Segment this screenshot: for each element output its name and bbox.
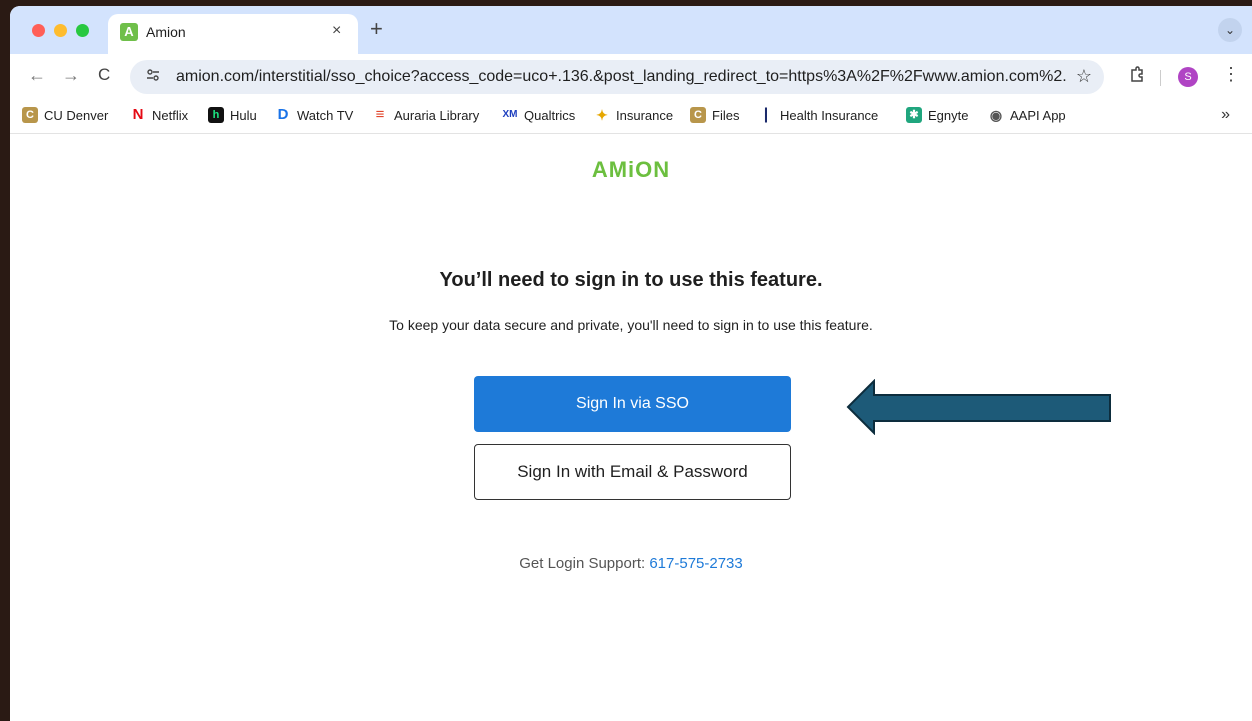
bookmark-label: CU Denver (44, 107, 109, 123)
amion-logo: AMiON (591, 157, 671, 182)
tab-title: Amion (146, 24, 186, 40)
bookmark-label: Insurance (616, 107, 674, 123)
globe-icon: ◉ (988, 107, 1004, 123)
files-icon: C (690, 107, 706, 123)
bookmark-egnyte[interactable]: ✱ Egnyte (906, 107, 968, 123)
url-domain: amion.com (176, 68, 255, 85)
left-arrow-icon (846, 379, 1111, 435)
url-text[interactable]: amion.com/interstitial/sso_choice?access… (176, 68, 1066, 86)
tab-close-icon[interactable]: × (332, 22, 341, 40)
browser-window: A Amion × + ⌄ ← → C amion.com/interstiti… (10, 6, 1252, 721)
extensions-icon[interactable] (1128, 66, 1146, 89)
reload-button[interactable]: C (98, 65, 110, 85)
bookmark-qualtrics[interactable]: XM Qualtrics (500, 107, 575, 123)
bookmark-health-insurance[interactable]: | Health Insurance (758, 107, 878, 123)
bookmark-label: Netflix (152, 107, 189, 123)
tab-search-button[interactable]: ⌄ (1218, 18, 1242, 42)
browser-toolbar: ← → C amion.com/interstitial/sso_choice?… (10, 54, 1252, 98)
back-button[interactable]: ← (28, 65, 46, 85)
cu-denver-icon: C (22, 107, 38, 123)
page-content: AMiON You’ll need to sign in to use this… (10, 135, 1252, 721)
directv-icon: D (275, 107, 291, 123)
tab-amion[interactable]: A Amion × (108, 14, 358, 54)
new-tab-button[interactable]: + (370, 18, 383, 40)
bookmark-label: AAPI App (1010, 107, 1066, 123)
login-support: Get Login Support: 617-575-2733 (10, 555, 1252, 572)
bookmarks-bar: C CU Denver N Netflix h Hulu D Watch TV ≡ Aur… (10, 98, 1252, 134)
bookmark-label: Hulu (230, 107, 257, 123)
toolbar-divider (1160, 70, 1161, 86)
bookmark-auraria-library[interactable]: ≡ Auraria Library (372, 107, 479, 123)
bookmark-label: Health Insurance (780, 107, 879, 123)
health-insurance-icon: | (758, 107, 774, 123)
maximize-window-button[interactable] (76, 24, 89, 37)
sign-in-email-button[interactable]: Sign In with Email & Password (474, 444, 791, 500)
address-bar[interactable]: amion.com/interstitial/sso_choice?access… (130, 60, 1104, 94)
profile-avatar[interactable]: S (1178, 67, 1198, 87)
forward-button[interactable]: → (62, 65, 80, 85)
url-path: /interstitial/sso_choice?access_code=uco… (254, 68, 1066, 85)
library-icon: ≡ (372, 107, 388, 123)
bookmark-insurance[interactable]: ✦ Insurance (594, 107, 673, 123)
bookmark-label: Files (712, 107, 740, 123)
support-label: Get Login Support: (519, 555, 650, 572)
egnyte-icon: ✱ (906, 107, 922, 123)
bookmark-label: Auraria Library (394, 107, 480, 123)
insurance-icon: ✦ (594, 107, 610, 123)
amion-favicon-icon: A (120, 23, 138, 41)
bookmark-label: Egnyte (928, 107, 969, 123)
site-info-icon[interactable] (146, 68, 160, 85)
tab-strip: A Amion × + ⌄ (10, 6, 1252, 54)
minimize-window-button[interactable] (54, 24, 67, 37)
menu-icon[interactable]: ⋮ (1222, 64, 1240, 84)
page-title: You’ll need to sign in to use this featu… (439, 269, 823, 291)
bookmark-files[interactable]: C Files (690, 107, 739, 123)
bookmark-star-icon[interactable]: ☆ (1076, 66, 1092, 87)
close-window-button[interactable] (32, 24, 45, 37)
bookmark-netflix[interactable]: N Netflix (130, 107, 188, 123)
bookmark-aapi-app[interactable]: ◉ AAPI App (988, 107, 1066, 123)
support-phone-link[interactable]: 617-575-2733 (649, 555, 742, 572)
netflix-icon: N (130, 107, 146, 123)
qualtrics-icon: XM (500, 107, 520, 123)
bookmark-label: Watch TV (297, 107, 354, 123)
bookmark-label: Qualtrics (524, 107, 576, 123)
page-description: To keep your data secure and private, yo… (389, 317, 873, 333)
hulu-icon: h (208, 107, 224, 123)
bookmarks-overflow-icon[interactable]: » (1221, 106, 1230, 124)
sign-in-sso-button[interactable]: Sign In via SSO (474, 376, 791, 432)
bookmark-watch-tv[interactable]: D Watch TV (275, 107, 353, 123)
bookmark-cu-denver[interactable]: C CU Denver (22, 107, 108, 123)
bookmark-hulu[interactable]: h Hulu (208, 107, 257, 123)
